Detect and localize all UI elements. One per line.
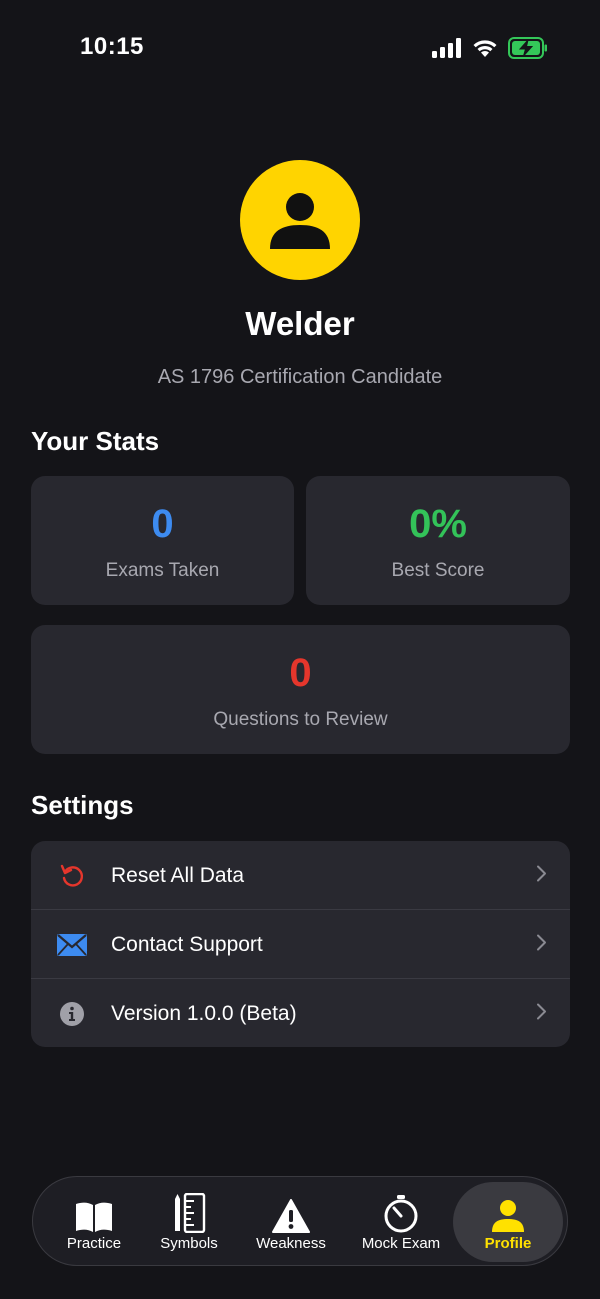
best-score-card: 0% Best Score: [306, 476, 570, 605]
timer-icon: [383, 1193, 419, 1233]
avatar: [240, 160, 360, 280]
wifi-icon: [473, 40, 497, 57]
reset-icon: [57, 861, 87, 891]
tab-label: Weakness: [256, 1235, 326, 1252]
status-time: 10:15: [80, 33, 144, 60]
status-icons: [432, 37, 548, 59]
tab-label: Symbols: [160, 1235, 218, 1252]
cellular-signal-icon: [432, 38, 461, 58]
tab-label: Mock Exam: [361, 1235, 441, 1252]
settings-row-version[interactable]: Version 1.0.0 (Beta): [31, 979, 570, 1047]
settings-row-label: Reset All Data: [111, 863, 245, 887]
profile-name: Welder: [245, 305, 355, 342]
questions-to-review-label: Questions to Review: [213, 709, 388, 730]
settings-list: Reset All Data Contact Support Version 1…: [31, 841, 570, 1047]
person-icon: [270, 193, 330, 249]
settings-row-label: Contact Support: [111, 932, 263, 956]
ruler-pencil-icon: [172, 1193, 206, 1233]
best-score-label: Best Score: [391, 560, 485, 581]
questions-to-review-value: 0: [289, 651, 312, 695]
settings-row-reset-all-data[interactable]: Reset All Data: [31, 841, 570, 910]
exams-taken-label: Exams Taken: [105, 560, 220, 581]
book-icon: [73, 1193, 115, 1233]
tab-weakness[interactable]: Weakness: [243, 1177, 339, 1267]
settings-section-title: Settings: [31, 790, 134, 820]
chevron-right-icon: [536, 1002, 548, 1025]
settings-row-contact-support[interactable]: Contact Support: [31, 910, 570, 979]
envelope-icon: [57, 930, 87, 960]
questions-to-review-card[interactable]: 0 Questions to Review: [31, 625, 570, 754]
tab-mock-exam[interactable]: Mock Exam: [349, 1177, 453, 1267]
chevron-right-icon: [536, 933, 548, 956]
exams-taken-card: 0 Exams Taken: [31, 476, 294, 605]
warning-icon: [272, 1193, 310, 1233]
stats-section-title: Your Stats: [31, 426, 160, 456]
tab-practice[interactable]: Practice: [47, 1177, 141, 1267]
tab-symbols[interactable]: Symbols: [146, 1177, 232, 1267]
profile-subtitle: AS 1796 Certification Candidate: [157, 366, 443, 388]
tab-bar: Practice Symbols Weakness Mock Exam Prof…: [32, 1176, 568, 1266]
chevron-right-icon: [536, 864, 548, 887]
tab-label: Practice: [66, 1235, 122, 1252]
status-bar: 10:15: [0, 0, 600, 100]
info-icon: [57, 999, 87, 1029]
tab-profile[interactable]: Profile: [453, 1182, 563, 1262]
battery-charging-icon: [508, 37, 547, 59]
best-score-value: 0%: [409, 502, 467, 546]
person-icon: [491, 1193, 525, 1233]
settings-row-label: Version 1.0.0 (Beta): [111, 1001, 297, 1025]
exams-taken-value: 0: [151, 502, 174, 546]
tab-label: Profile: [484, 1235, 532, 1252]
